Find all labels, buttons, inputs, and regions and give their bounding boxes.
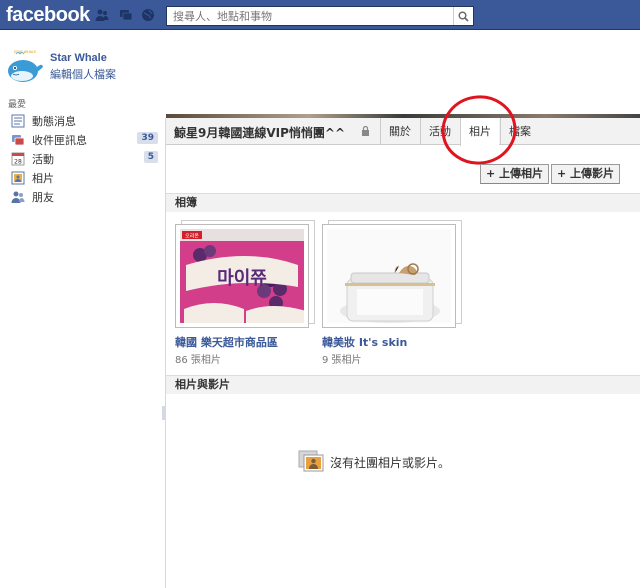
album-thumbnail [327,229,451,323]
events-count-badge: 5 [143,151,158,163]
album-title[interactable]: 韓美妝 It's skin [322,334,462,350]
profile-block: STAR WHALE Star Whale 編輯個人檔案 [6,48,156,88]
avatar[interactable]: STAR WHALE [6,48,44,86]
album-photo-count: 9 張相片 [322,355,362,366]
news-feed-icon [10,113,25,128]
friend-requests-icon[interactable] [95,8,109,22]
album-card[interactable]: 오리온 마이쮸 韓國 樂天超市商品區 86 張相片 [175,220,315,366]
svg-text:마이쮸: 마이쮸 [217,268,267,289]
tab-events[interactable]: 活動 [420,118,459,145]
album-cover[interactable]: 오리온 마이쮸 [175,220,315,328]
sidebar-item-label: 相片 [32,171,54,185]
upload-photos-button[interactable]: + 上傳相片 [480,164,550,184]
messages-icon [10,132,25,147]
sidebar-item-label: 收件匣訊息 [32,133,87,147]
sidebar-item-events[interactable]: 28 活動 5 [10,149,160,168]
top-bar: facebook [0,0,640,30]
album-thumbnail: 오리온 마이쮸 [180,229,304,323]
sidebar-item-label: 活動 [32,152,54,166]
tab-photos[interactable]: 相片 [460,118,499,146]
albums-section-header: 相簿 [166,193,640,212]
sidebar-item-photos[interactable]: 相片 [10,168,160,187]
svg-text:오리온: 오리온 [185,233,199,240]
sidebar-nav: 動態消息 收件匣訊息 39 28 活動 5 相片 朋友 [10,111,160,206]
events-icon: 28 [10,151,25,166]
edit-profile-link[interactable]: 編輯個人檔案 [50,66,116,82]
favorites-header: 最愛 [8,100,27,110]
search-input[interactable] [167,7,453,25]
search-box [166,6,474,26]
search-icon [458,11,469,22]
tab-about[interactable]: 關於 [380,118,419,145]
album-card[interactable]: 韓美妝 It's skin 9 張相片 [322,220,462,366]
photos-icon [10,170,25,185]
sidebar-item-label: 動態消息 [32,114,76,128]
sidebar-item-messages[interactable]: 收件匣訊息 39 [10,130,160,149]
notifications-globe-icon[interactable] [141,8,155,22]
left-column-divider [165,118,166,588]
column-resize-handle[interactable] [162,406,165,420]
group-header: 鯨星9月韓國連線VIP悄悄團^^ 關於 活動 相片 檔案 [166,118,640,146]
friends-icon [10,189,25,204]
messages-jewel-icon[interactable] [119,8,133,22]
album-cover[interactable] [322,220,462,328]
empty-state: 沒有社團相片或影片。 [298,450,450,475]
messages-count-badge: 39 [137,132,158,144]
empty-state-text: 沒有社團相片或影片。 [330,456,451,470]
sidebar-item-label: 朋友 [32,190,54,204]
search-button[interactable] [453,7,473,25]
photos-empty-icon [298,450,324,475]
facebook-logo[interactable]: facebook [6,4,90,27]
sidebar-item-news-feed[interactable]: 動態消息 [10,111,160,130]
lock-icon [361,125,370,139]
album-photo-count: 86 張相片 [175,355,221,366]
album-title[interactable]: 韓國 樂天超市商品區 [175,334,315,350]
upload-videos-button[interactable]: + 上傳影片 [551,164,621,184]
svg-text:28: 28 [14,158,22,165]
sidebar-item-friends[interactable]: 朋友 [10,187,160,206]
group-title[interactable]: 鯨星9月韓國連線VIP悄悄團^^ [174,124,345,141]
photos-videos-section-header: 相片與影片 [166,375,640,394]
profile-name[interactable]: Star Whale [50,52,107,64]
tab-files[interactable]: 檔案 [500,118,539,145]
